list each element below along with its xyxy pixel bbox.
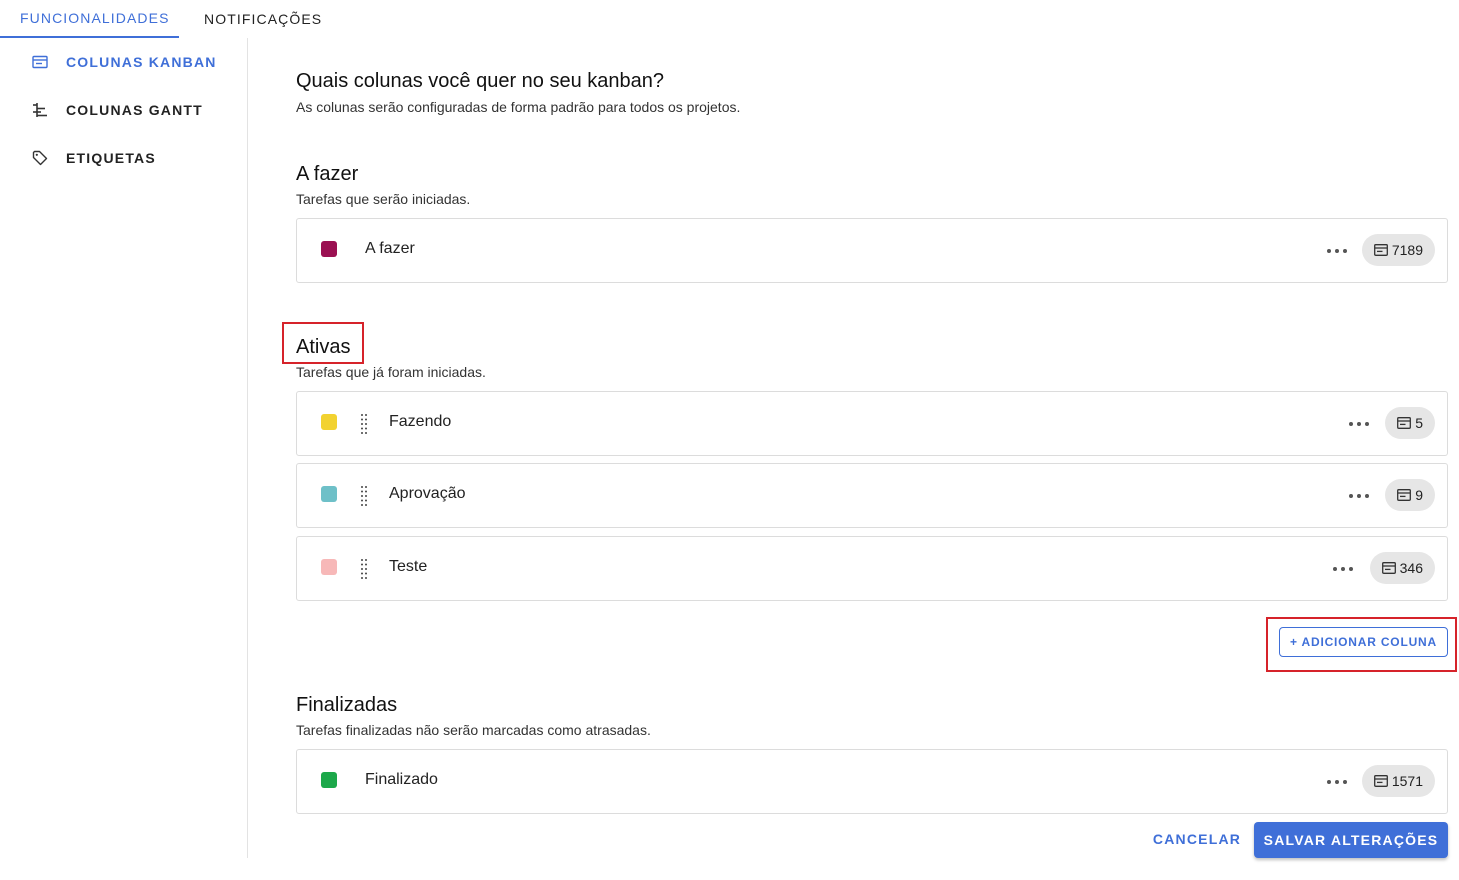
- sidebar-item-colunas-kanban[interactable]: COLUNAS KANBAN: [30, 50, 217, 74]
- column-color-swatch[interactable]: [321, 241, 337, 257]
- top-tabs: FUNCIONALIDADES NOTIFICAÇÕES: [0, 0, 342, 38]
- task-count-badge: 1571: [1361, 765, 1435, 797]
- task-count-badge: 346: [1369, 552, 1435, 584]
- column-name[interactable]: Teste: [389, 558, 427, 576]
- page-subtitle: As colunas serão configuradas de forma p…: [296, 99, 741, 115]
- section-title-a-fazer: A fazer: [296, 163, 359, 185]
- card-icon: [1373, 775, 1388, 787]
- kanban-columns-icon: [30, 52, 50, 72]
- kanban-column-card: Fazendo 5: [296, 391, 1448, 456]
- sidebar-item-label: COLUNAS KANBAN: [66, 54, 217, 70]
- kanban-column-card: Finalizado 1571: [296, 749, 1448, 814]
- task-count: 9: [1415, 487, 1423, 503]
- column-color-swatch[interactable]: [321, 486, 337, 502]
- column-name[interactable]: A fazer: [365, 240, 415, 258]
- task-count-badge: 5: [1385, 407, 1435, 439]
- column-name[interactable]: Aprovação: [389, 485, 466, 503]
- tab-funcionalidades[interactable]: FUNCIONALIDADES: [0, 0, 179, 38]
- card-icon: [1397, 417, 1412, 429]
- tab-notificacoes[interactable]: NOTIFICAÇÕES: [179, 0, 342, 38]
- kanban-column-card: Teste 346: [296, 536, 1448, 601]
- task-count: 5: [1415, 415, 1423, 431]
- kanban-column-card: Aprovação 9: [296, 463, 1448, 528]
- more-options-icon[interactable]: [1333, 560, 1353, 578]
- gantt-columns-icon: [30, 100, 50, 120]
- task-count: 7189: [1391, 242, 1423, 258]
- kanban-column-card: A fazer 7189: [296, 218, 1448, 283]
- column-name[interactable]: Fazendo: [389, 413, 451, 431]
- section-desc-a-fazer: Tarefas que serão iniciadas.: [296, 191, 471, 207]
- page-title: Quais colunas você quer no seu kanban?: [296, 70, 665, 92]
- section-title-finalizadas: Finalizadas: [296, 694, 398, 716]
- column-color-swatch[interactable]: [321, 414, 337, 430]
- task-count-badge: 7189: [1361, 234, 1435, 266]
- card-icon: [1373, 244, 1388, 256]
- tag-icon: [30, 148, 50, 168]
- cancel-button[interactable]: CANCELAR: [1148, 824, 1246, 854]
- task-count: 1571: [1391, 773, 1423, 789]
- more-options-icon[interactable]: [1349, 415, 1369, 433]
- task-count: 346: [1399, 560, 1423, 576]
- card-icon: [1397, 489, 1412, 501]
- sidebar-item-colunas-gantt[interactable]: COLUNAS GANTT: [30, 98, 203, 122]
- drag-handle-icon[interactable]: [359, 558, 369, 580]
- section-desc-finalizadas: Tarefas finalizadas não serão marcadas c…: [296, 722, 651, 738]
- sidebar: COLUNAS KANBAN COLUNAS GANTT ETIQUETAS: [0, 38, 248, 858]
- drag-handle-icon[interactable]: [359, 413, 369, 435]
- add-column-button[interactable]: + ADICIONAR COLUNA: [1279, 627, 1448, 657]
- sidebar-item-label: COLUNAS GANTT: [66, 102, 203, 118]
- highlight-box-ativas: [282, 322, 364, 364]
- column-name[interactable]: Finalizado: [365, 771, 438, 789]
- save-button[interactable]: SALVAR ALTERAÇÕES: [1254, 822, 1448, 858]
- section-desc-ativas: Tarefas que já foram iniciadas.: [296, 364, 486, 380]
- more-options-icon[interactable]: [1327, 242, 1347, 260]
- more-options-icon[interactable]: [1349, 487, 1369, 505]
- sidebar-item-label: ETIQUETAS: [66, 150, 156, 166]
- card-icon: [1381, 562, 1396, 574]
- more-options-icon[interactable]: [1327, 773, 1347, 791]
- sidebar-item-etiquetas[interactable]: ETIQUETAS: [30, 146, 156, 170]
- column-color-swatch[interactable]: [321, 559, 337, 575]
- column-color-swatch[interactable]: [321, 772, 337, 788]
- task-count-badge: 9: [1385, 479, 1435, 511]
- drag-handle-icon[interactable]: [359, 485, 369, 507]
